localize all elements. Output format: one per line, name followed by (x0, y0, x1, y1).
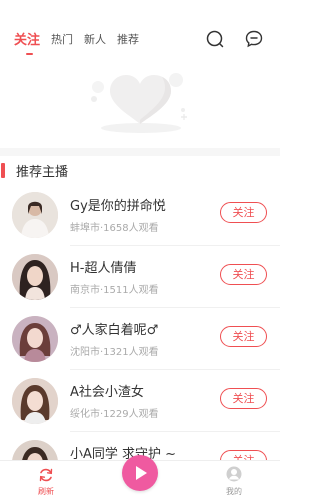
streamer-name: H-超人倩倩 (70, 261, 137, 276)
streamer-row[interactable]: H-超人倩倩 南京市·1511人观看 关注 (0, 254, 280, 316)
section-divider (0, 148, 280, 156)
tab-hot[interactable]: 热门 (51, 31, 73, 47)
live-play-button[interactable] (122, 455, 158, 491)
section-title: 推荐主播 (16, 165, 69, 180)
follow-button[interactable]: 关注 (220, 202, 267, 223)
divider (70, 431, 280, 432)
divider (70, 307, 280, 308)
follow-button[interactable]: 关注 (220, 388, 267, 409)
profile-icon (226, 466, 242, 482)
streamer-name: ♂人家白着呢♂ (70, 323, 159, 338)
active-tab-indicator (26, 53, 33, 55)
streamer-row[interactable]: A社会小渣女 绥化市·1229人观看 关注 (0, 378, 280, 440)
tab-refresh-label: 刷新 (38, 487, 54, 496)
section-header: 推荐主播 (0, 160, 280, 182)
search-icon[interactable] (205, 29, 225, 49)
chat-icon[interactable] (244, 29, 264, 49)
tab-new[interactable]: 新人 (84, 31, 106, 47)
empty-state-illustration (0, 62, 280, 148)
avatar[interactable] (12, 192, 58, 238)
avatar[interactable] (12, 378, 58, 424)
tab-profile-label: 我的 (226, 487, 242, 496)
streamer-meta: 蚌埠市·1658人观看 (70, 223, 159, 234)
streamer-meta: 绥化市·1229人观看 (70, 409, 159, 420)
avatar[interactable] (12, 316, 58, 362)
follow-button[interactable]: 关注 (220, 326, 267, 347)
follow-button[interactable]: 关注 (220, 264, 267, 285)
divider (70, 245, 280, 246)
streamer-row[interactable]: Gy是你的拼命悦 蚌埠市·1658人观看 关注 (0, 192, 280, 254)
avatar[interactable] (12, 254, 58, 300)
tab-following[interactable]: 关注 (14, 29, 40, 48)
refresh-icon (39, 468, 53, 482)
streamer-meta: 南京市·1511人观看 (70, 285, 159, 296)
streamer-name: A社会小渣女 (70, 385, 144, 400)
play-icon (136, 466, 147, 480)
streamer-name: Gy是你的拼命悦 (70, 199, 166, 214)
tab-refresh[interactable]: 刷新 (26, 461, 66, 500)
streamer-meta: 沈阳市·1321人观看 (70, 347, 159, 358)
streamer-row[interactable]: ♂人家白着呢♂ 沈阳市·1321人观看 关注 (0, 316, 280, 378)
tab-profile[interactable]: 我的 (214, 461, 254, 500)
section-accent-bar (1, 163, 5, 178)
top-nav: 关注 热门 新人 推荐 (0, 0, 280, 64)
divider (70, 369, 280, 370)
tab-recommend[interactable]: 推荐 (117, 31, 139, 47)
